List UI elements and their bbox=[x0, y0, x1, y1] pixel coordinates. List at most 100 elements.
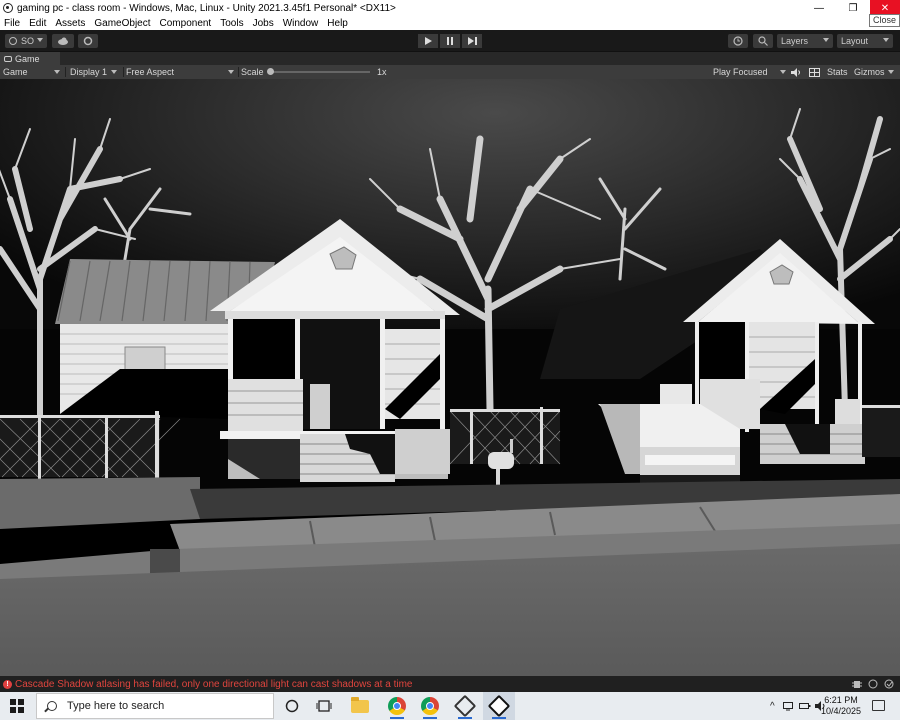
task-view-button[interactable] bbox=[308, 692, 340, 720]
taskbar-unity-hub[interactable] bbox=[449, 692, 481, 720]
speaker-icon bbox=[791, 67, 800, 77]
menu-jobs[interactable]: Jobs bbox=[253, 18, 274, 29]
aspect-dropdown[interactable]: Free Aspect bbox=[126, 65, 236, 79]
layers-dropdown[interactable]: Layers bbox=[777, 34, 833, 48]
account-dropdown[interactable]: SO bbox=[5, 34, 47, 48]
history-icon bbox=[733, 36, 743, 46]
windows-logo-icon bbox=[10, 699, 24, 713]
tab-game[interactable]: Game bbox=[0, 52, 60, 65]
scale-slider-track[interactable] bbox=[270, 71, 370, 73]
menu-assets[interactable]: Assets bbox=[55, 18, 85, 29]
taskbar-file-explorer[interactable] bbox=[344, 692, 376, 720]
stats-button[interactable]: Stats bbox=[827, 65, 848, 79]
account-icon bbox=[9, 37, 17, 45]
layout-label: Layout bbox=[841, 36, 869, 46]
game-viewport[interactable] bbox=[0, 79, 900, 676]
step-icon bbox=[467, 37, 477, 45]
unity-hub-icon bbox=[453, 694, 477, 718]
search-button[interactable] bbox=[753, 34, 773, 48]
chevron-down-icon bbox=[111, 70, 118, 74]
search-placeholder: Type here to search bbox=[67, 700, 165, 712]
scale-label: Scale bbox=[241, 67, 264, 77]
debug-icon[interactable] bbox=[852, 679, 862, 689]
menu-window[interactable]: Window bbox=[283, 18, 319, 29]
clock-date: 10/4/2025 bbox=[820, 706, 862, 716]
menu-gameobject[interactable]: GameObject bbox=[94, 18, 150, 29]
cloud-status-icon[interactable] bbox=[868, 679, 878, 689]
tray-overflow-chevron-icon[interactable]: ^ bbox=[770, 701, 775, 712]
game-scene-render bbox=[0, 79, 900, 676]
taskbar-search-box[interactable]: Type here to search bbox=[36, 693, 274, 719]
pause-icon bbox=[447, 37, 453, 45]
play-controls bbox=[418, 34, 484, 48]
gizmos-dropdown[interactable]: Gizmos bbox=[854, 65, 894, 79]
cloud-icon bbox=[58, 37, 68, 45]
mute-audio-button[interactable] bbox=[791, 65, 801, 79]
lawn-left bbox=[0, 477, 200, 529]
chevron-down-icon bbox=[823, 38, 829, 42]
error-icon: ! bbox=[3, 679, 12, 689]
taskbar-chrome-1[interactable] bbox=[381, 692, 413, 720]
chevron-down-icon bbox=[228, 70, 235, 74]
notification-icon[interactable] bbox=[884, 679, 894, 689]
menu-edit[interactable]: Edit bbox=[29, 18, 46, 29]
task-view-icon bbox=[316, 700, 332, 712]
status-icons bbox=[852, 679, 894, 689]
play-focused-label: Play Focused bbox=[713, 67, 768, 77]
console-status-bar[interactable]: ! Cascade Shadow atlasing has failed, on… bbox=[0, 676, 900, 692]
collab-button[interactable] bbox=[78, 34, 98, 48]
play-focused-dropdown[interactable]: Play Focused bbox=[713, 65, 787, 79]
menu-bar: File Edit Assets GameObject Component To… bbox=[0, 16, 900, 30]
menu-tools[interactable]: Tools bbox=[220, 18, 243, 29]
notification-center-icon[interactable] bbox=[872, 700, 885, 711]
separator bbox=[123, 67, 124, 77]
settings-icon bbox=[83, 36, 93, 46]
unity-app-icon bbox=[3, 3, 13, 13]
close-tooltip: Close bbox=[868, 14, 900, 27]
taskbar-unity-editor[interactable] bbox=[483, 692, 515, 720]
chevron-down-icon bbox=[883, 38, 889, 42]
menu-help[interactable]: Help bbox=[327, 18, 348, 29]
cloud-button[interactable] bbox=[52, 34, 74, 48]
unity-icon bbox=[487, 694, 511, 718]
cortana-icon bbox=[285, 699, 299, 713]
pause-button[interactable] bbox=[440, 34, 460, 48]
taskbar-chrome-2[interactable] bbox=[414, 692, 446, 720]
main-toolbar: SO Layers Layout bbox=[0, 30, 900, 52]
gizmos-label: Gizmos bbox=[854, 67, 885, 77]
scale-value: 1x bbox=[377, 67, 387, 77]
game-view-toolbar: Game Display 1 Free Aspect Scale 1x Play… bbox=[0, 65, 900, 79]
menu-component[interactable]: Component bbox=[160, 18, 212, 29]
stats-toggle-icon-button[interactable] bbox=[809, 65, 820, 79]
grid-icon bbox=[809, 67, 820, 77]
display-label: Display 1 bbox=[70, 67, 108, 77]
network-icon[interactable] bbox=[782, 701, 795, 711]
step-button[interactable] bbox=[462, 34, 482, 48]
taskbar-clock[interactable]: 6:21 PM 10/4/2025 bbox=[818, 695, 864, 717]
scale-slider-handle[interactable] bbox=[267, 68, 274, 75]
history-button[interactable] bbox=[728, 34, 748, 48]
minimize-button[interactable]: — bbox=[802, 0, 836, 16]
aspect-label: Free Aspect bbox=[126, 67, 175, 77]
game-mode-dropdown[interactable]: Game bbox=[3, 65, 63, 79]
tab-game-label: Game bbox=[15, 53, 40, 64]
chevron-down-icon bbox=[53, 70, 60, 74]
tab-bar: Game bbox=[0, 52, 900, 65]
separator bbox=[238, 67, 239, 77]
display-dropdown[interactable]: Display 1 bbox=[70, 65, 122, 79]
windows-taskbar: Type here to search ^ 6:21 PM 10/4/2025 bbox=[0, 692, 900, 720]
layout-dropdown[interactable]: Layout bbox=[837, 34, 893, 48]
start-button[interactable] bbox=[0, 692, 34, 720]
clock-time: 6:21 PM bbox=[824, 695, 858, 705]
account-label: SO bbox=[21, 36, 35, 46]
chevron-down-icon bbox=[887, 70, 894, 74]
game-mode-label: Game bbox=[3, 67, 28, 77]
chrome-icon bbox=[388, 697, 406, 715]
battery-icon[interactable] bbox=[798, 701, 811, 711]
cortana-button[interactable] bbox=[276, 692, 308, 720]
menu-file[interactable]: File bbox=[4, 18, 20, 29]
window-title: gaming pc - class room - Windows, Mac, L… bbox=[17, 2, 396, 14]
chrome-icon bbox=[421, 697, 439, 715]
restore-button[interactable]: ❐ bbox=[836, 0, 870, 16]
play-button[interactable] bbox=[418, 34, 438, 48]
